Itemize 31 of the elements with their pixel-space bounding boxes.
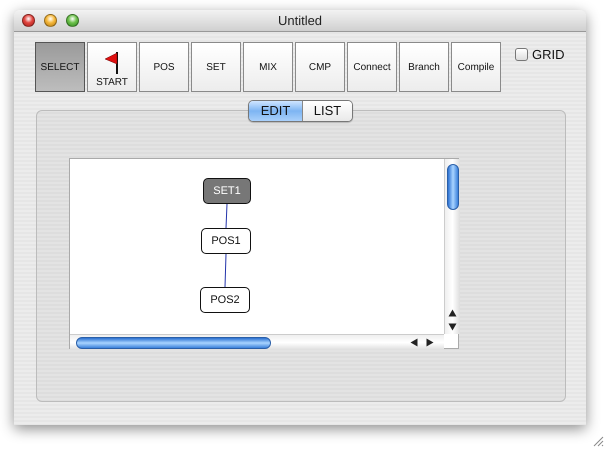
- close-button[interactable]: [22, 14, 35, 27]
- window-title: Untitled: [278, 12, 322, 30]
- scroll-down-icon[interactable]: [448, 323, 457, 331]
- scroll-left-icon[interactable]: [410, 338, 418, 347]
- scroll-up-icon[interactable]: [448, 309, 457, 317]
- tool-button[interactable]: POS: [139, 42, 189, 92]
- tool-button[interactable]: CMP: [295, 42, 345, 92]
- flag-icon: [104, 51, 120, 75]
- diagram-node: POS1: [201, 228, 251, 254]
- diagram-node: SET1: [203, 178, 251, 204]
- grid-checkbox[interactable]: GRID: [515, 45, 564, 64]
- resize-grip-icon[interactable]: [592, 435, 604, 447]
- view-tab[interactable]: LIST: [302, 101, 352, 121]
- diagram-node: POS2: [200, 287, 250, 313]
- zoom-button[interactable]: [66, 14, 79, 27]
- tool-button[interactable]: Compile: [451, 42, 501, 92]
- tool-button[interactable]: SET: [191, 42, 241, 92]
- scroll-right-icon[interactable]: [426, 338, 434, 347]
- tool-button[interactable]: START: [87, 42, 137, 92]
- scroll-thumb[interactable]: [446, 164, 458, 210]
- view-tab[interactable]: EDIT: [249, 101, 302, 121]
- scroll-thumb[interactable]: [76, 336, 271, 348]
- tool-button[interactable]: MIX: [243, 42, 293, 92]
- connector-line: [226, 204, 228, 228]
- tool-button[interactable]: SELECT: [35, 42, 85, 92]
- vertical-scrollbar[interactable]: [444, 159, 460, 334]
- tool-button[interactable]: Connect: [347, 42, 397, 92]
- connector-line: [224, 254, 226, 288]
- tool-button[interactable]: Branch: [399, 42, 449, 92]
- horizontal-scrollbar[interactable]: [70, 334, 444, 350]
- minimize-button[interactable]: [44, 14, 57, 27]
